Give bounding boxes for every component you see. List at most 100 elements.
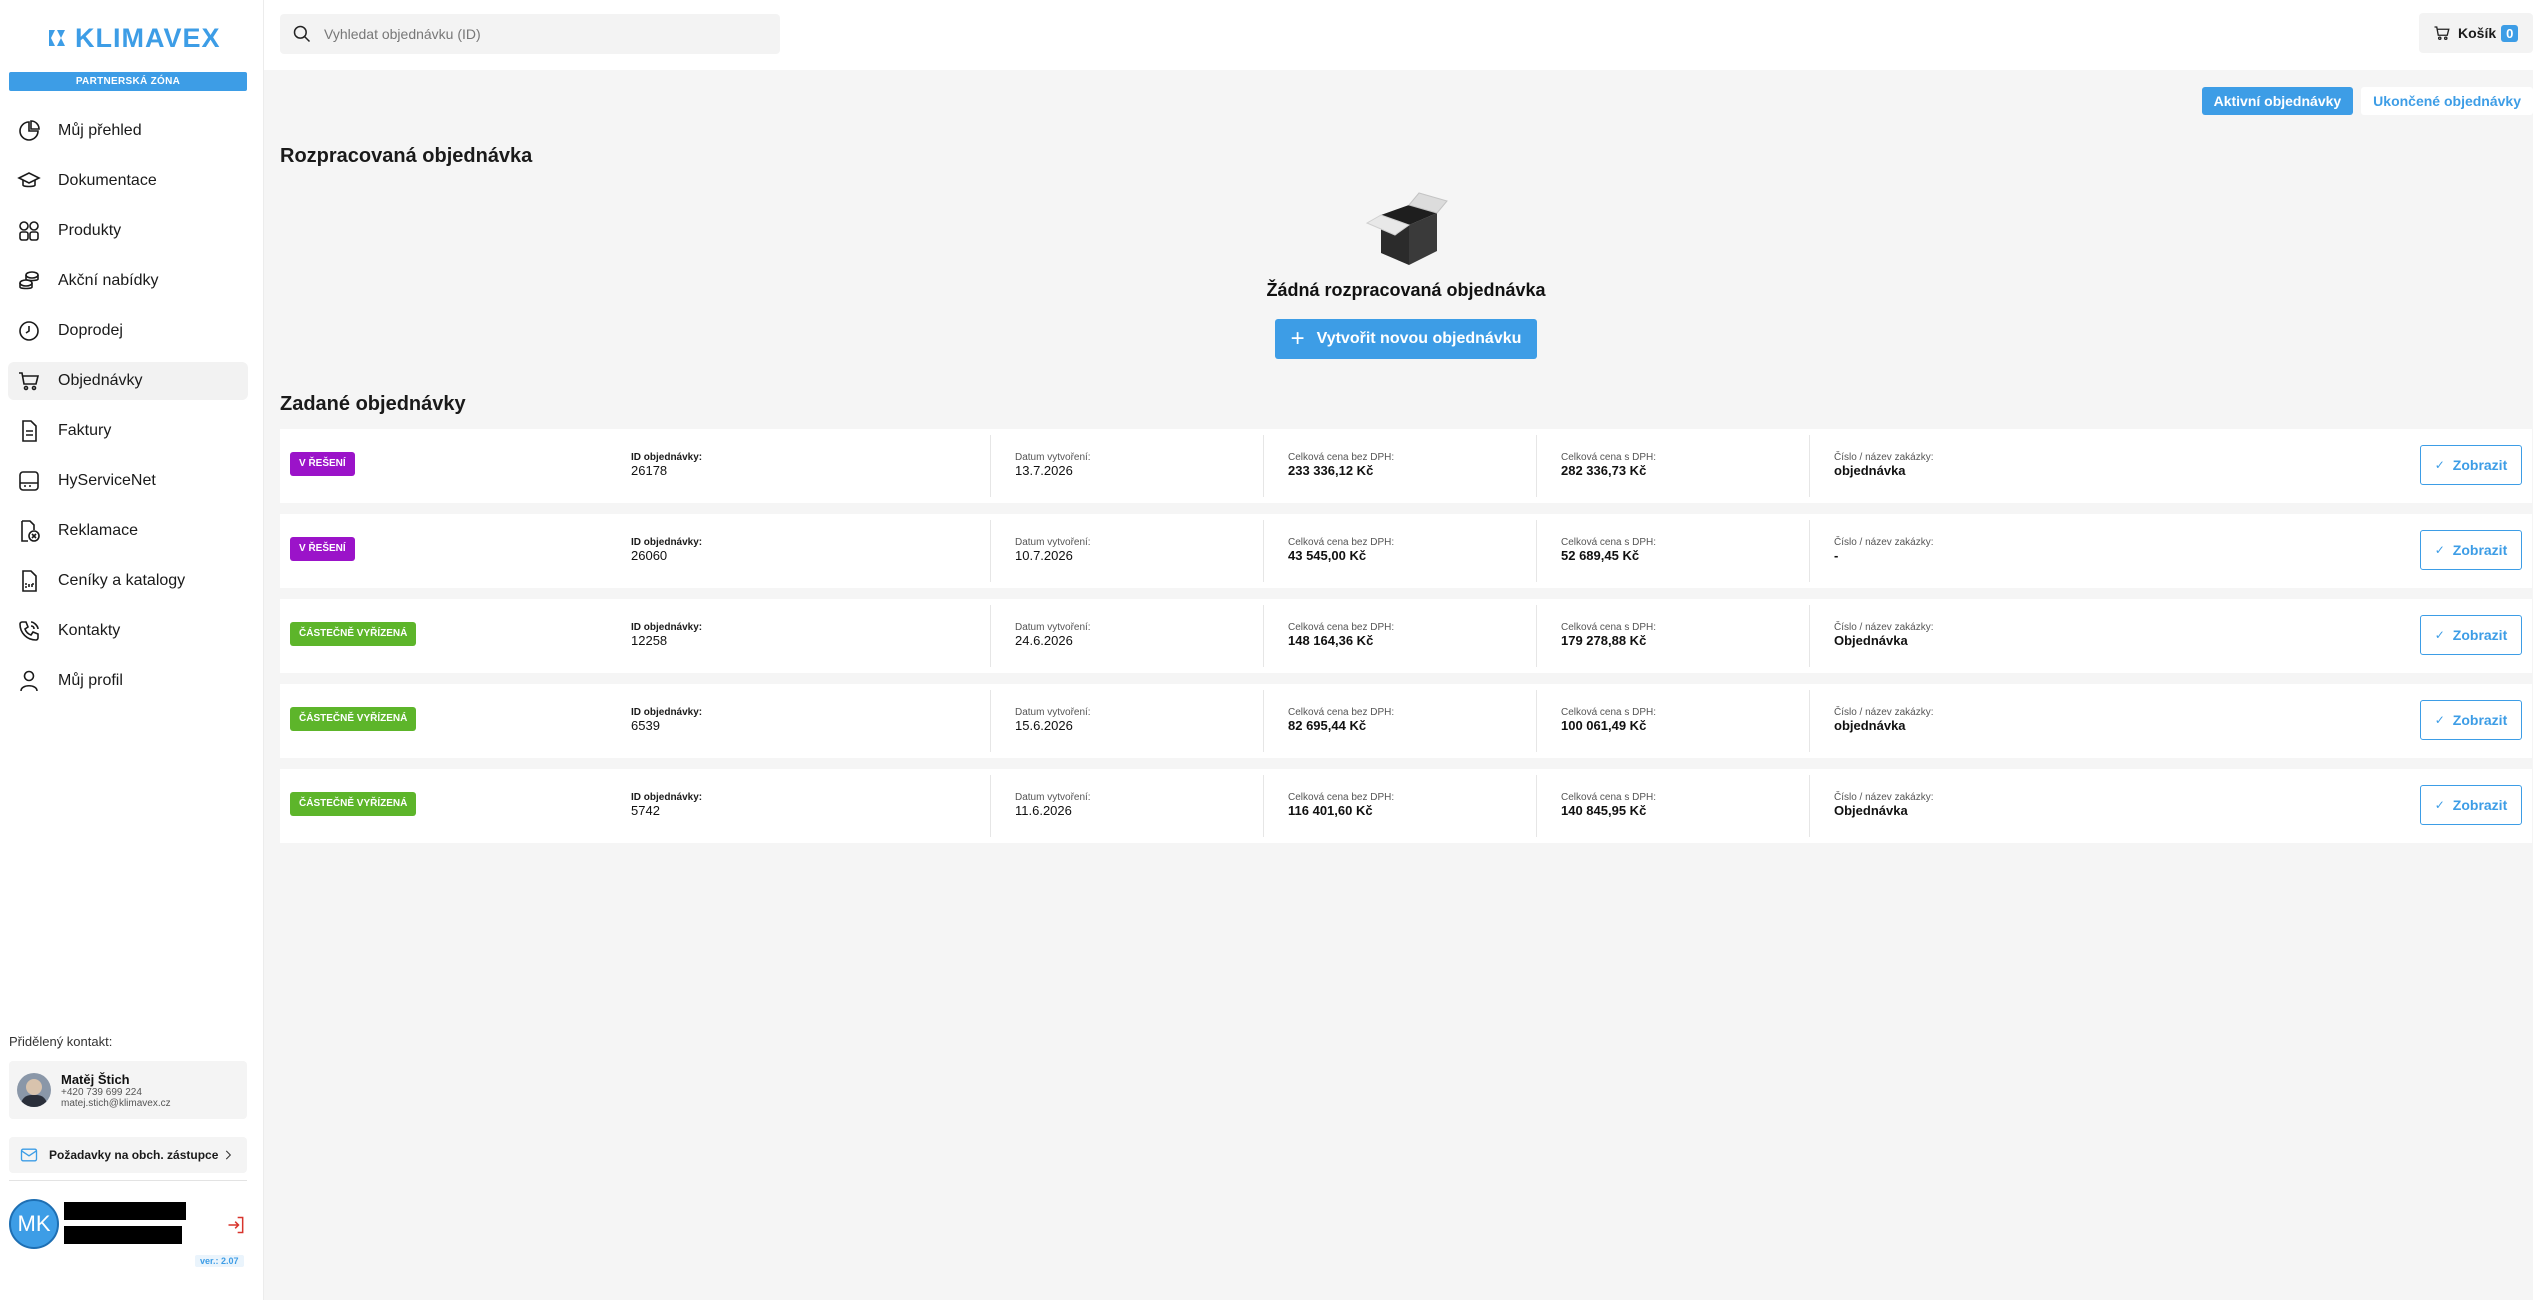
tab-active-orders[interactable]: Aktivní objednávky: [2201, 87, 2354, 115]
column-divider: [1809, 775, 1810, 837]
order-date-label: Datum vytvoření:: [1015, 452, 1091, 463]
column-divider: [1809, 435, 1810, 497]
contact-phone[interactable]: +420 739 699 224: [61, 1087, 171, 1098]
cart-label: Košík: [2458, 25, 2497, 41]
clock-icon: [16, 318, 42, 344]
show-order-label: Zobrazit: [2452, 627, 2508, 643]
order-status-badge: ČÁSTEČNĚ VYŘÍZENÁ: [290, 707, 417, 731]
logout-button[interactable]: [226, 1215, 246, 1235]
order-price-vat-value: 100 061,49 Kč: [1561, 718, 1647, 733]
order-name-label: Číslo / název zakázky:: [1834, 537, 1934, 548]
order-id-value: 26178: [631, 463, 668, 478]
pdf-icon: [16, 568, 42, 594]
sales-rep-requests-link[interactable]: Požadavky na obch. zástupce: [9, 1137, 247, 1173]
order-id-cell: ID objednávky: 5742: [631, 792, 702, 818]
show-order-button[interactable]: ✓ Zobrazit: [2420, 615, 2522, 655]
order-name-cell: Číslo / název zakázky: -: [1834, 537, 1933, 563]
sidebar-item-contacts[interactable]: Kontakty: [8, 612, 248, 650]
order-name-label: Číslo / název zakázky:: [1834, 792, 1934, 803]
sidebar-item-complaints[interactable]: Reklamace: [8, 512, 248, 550]
column-divider: [1536, 775, 1537, 837]
order-price-vat-value: 140 845,95 Kč: [1561, 803, 1647, 818]
order-date-cell: Datum vytvoření: 10.7.2026: [1015, 537, 1091, 563]
column-divider: [1263, 690, 1264, 752]
document-icon: [16, 418, 42, 444]
sidebar-item-label: Dokumentace: [58, 172, 157, 189]
sidebar-item-hyservicenet[interactable]: HyServiceNet: [8, 462, 248, 500]
sidebar-item-invoices[interactable]: Faktury: [8, 412, 248, 450]
order-id-label: ID objednávky:: [631, 707, 703, 718]
order-date-label: Datum vytvoření:: [1015, 792, 1091, 803]
order-id-cell: ID objednávky: 12258: [631, 622, 702, 648]
sidebar-item-overview[interactable]: Můj přehled: [8, 112, 248, 150]
show-order-button[interactable]: ✓ Zobrazit: [2420, 445, 2522, 485]
brand-name: KLIMAVEX: [75, 22, 221, 53]
create-order-button[interactable]: + Vytvořit novou objednávku: [1274, 319, 1538, 359]
mail-icon: [20, 1148, 38, 1162]
order-name-label: Číslo / název zakázky:: [1834, 707, 1934, 718]
tab-finished-orders[interactable]: Ukončené objednávky: [2361, 87, 2533, 115]
order-id-cell: ID objednávky: 26060: [631, 537, 702, 563]
order-price-vat-label: Celková cena s DPH:: [1561, 707, 1657, 718]
column-divider: [1536, 605, 1537, 667]
order-id-cell: ID objednávky: 6539: [631, 707, 702, 733]
search-input[interactable]: [324, 26, 764, 42]
server-icon: [16, 468, 42, 494]
order-price-no-vat-label: Celková cena bez DPH:: [1288, 792, 1395, 803]
order-price-vat-cell: Celková cena s DPH: 140 845,95 Kč: [1561, 792, 1656, 818]
column-divider: [1536, 520, 1537, 582]
order-date-cell: Datum vytvoření: 13.7.2026: [1015, 452, 1091, 478]
order-name-value: -: [1834, 548, 1839, 563]
sidebar-item-label: Ceníky a katalogy: [58, 572, 186, 589]
contact-email[interactable]: matej.stich@klimavex.cz: [61, 1098, 171, 1109]
coins-icon: [16, 268, 42, 294]
sidebar-item-pricelists[interactable]: Ceníky a katalogy: [8, 562, 248, 600]
sidebar-divider: [9, 1180, 247, 1181]
order-price-vat-label: Celková cena s DPH:: [1561, 792, 1657, 803]
order-price-vat-cell: Celková cena s DPH: 100 061,49 Kč: [1561, 707, 1656, 733]
sidebar-item-orders[interactable]: Objednávky: [8, 362, 248, 400]
app-version: ver.: 2.07: [195, 1255, 244, 1267]
sidebar-item-label: Reklamace: [58, 522, 139, 539]
order-date-label: Datum vytvoření:: [1015, 622, 1091, 633]
order-date-label: Datum vytvoření:: [1015, 707, 1091, 718]
chevron-right-icon: [225, 1150, 232, 1160]
sidebar-item-label: HyServiceNet: [58, 472, 156, 489]
column-divider: [990, 775, 991, 837]
order-status-badge: V ŘEŠENÍ: [290, 452, 355, 476]
order-price-no-vat-value: 82 695,44 Kč: [1288, 718, 1367, 733]
order-price-vat-value: 179 278,88 Kč: [1561, 633, 1647, 648]
order-id-label: ID objednávky:: [631, 792, 703, 803]
order-price-no-vat-label: Celková cena bez DPH:: [1288, 537, 1395, 548]
column-divider: [1809, 520, 1810, 582]
sidebar-item-clearance[interactable]: Doprodej: [8, 312, 248, 350]
column-divider: [1809, 690, 1810, 752]
show-order-button[interactable]: ✓ Zobrazit: [2420, 785, 2522, 825]
order-price-no-vat-value: 233 336,12 Kč: [1288, 463, 1374, 478]
order-date-cell: Datum vytvoření: 24.6.2026: [1015, 622, 1091, 648]
brand-logo[interactable]: KLIMAVEX: [47, 22, 221, 54]
sidebar-item-offers[interactable]: Akční nabídky: [8, 262, 248, 300]
order-name-label: Číslo / název zakázky:: [1834, 452, 1934, 463]
dashboard-pie-icon: [16, 118, 42, 144]
sidebar-item-profile[interactable]: Můj profil: [8, 662, 248, 700]
cart-icon: [2434, 26, 2450, 41]
sidebar-item-products[interactable]: Produkty: [8, 212, 248, 250]
search-box[interactable]: [280, 14, 780, 54]
order-price-vat-cell: Celková cena s DPH: 179 278,88 Kč: [1561, 622, 1656, 648]
order-price-vat-value: 282 336,73 Kč: [1561, 463, 1647, 478]
phone-icon: [16, 618, 42, 644]
cart-button[interactable]: Košík 0: [2419, 13, 2533, 53]
order-date-value: 15.6.2026: [1015, 718, 1073, 733]
order-name-cell: Číslo / název zakázky: objednávka: [1834, 452, 1933, 478]
show-order-button[interactable]: ✓ Zobrazit: [2420, 530, 2522, 570]
sidebar: KLIMAVEX PARTNERSKÁ ZÓNA Můj přehled Dok…: [0, 0, 264, 1300]
sidebar-item-documentation[interactable]: Dokumentace: [8, 162, 248, 200]
sidebar-item-label: Produkty: [58, 222, 122, 239]
column-divider: [1263, 435, 1264, 497]
order-price-vat-cell: Celková cena s DPH: 282 336,73 Kč: [1561, 452, 1656, 478]
show-order-button[interactable]: ✓ Zobrazit: [2420, 700, 2522, 740]
logout-icon: [228, 1216, 244, 1234]
user-avatar[interactable]: MK: [9, 1199, 59, 1249]
partner-zone-badge: PARTNERSKÁ ZÓNA: [9, 72, 247, 91]
